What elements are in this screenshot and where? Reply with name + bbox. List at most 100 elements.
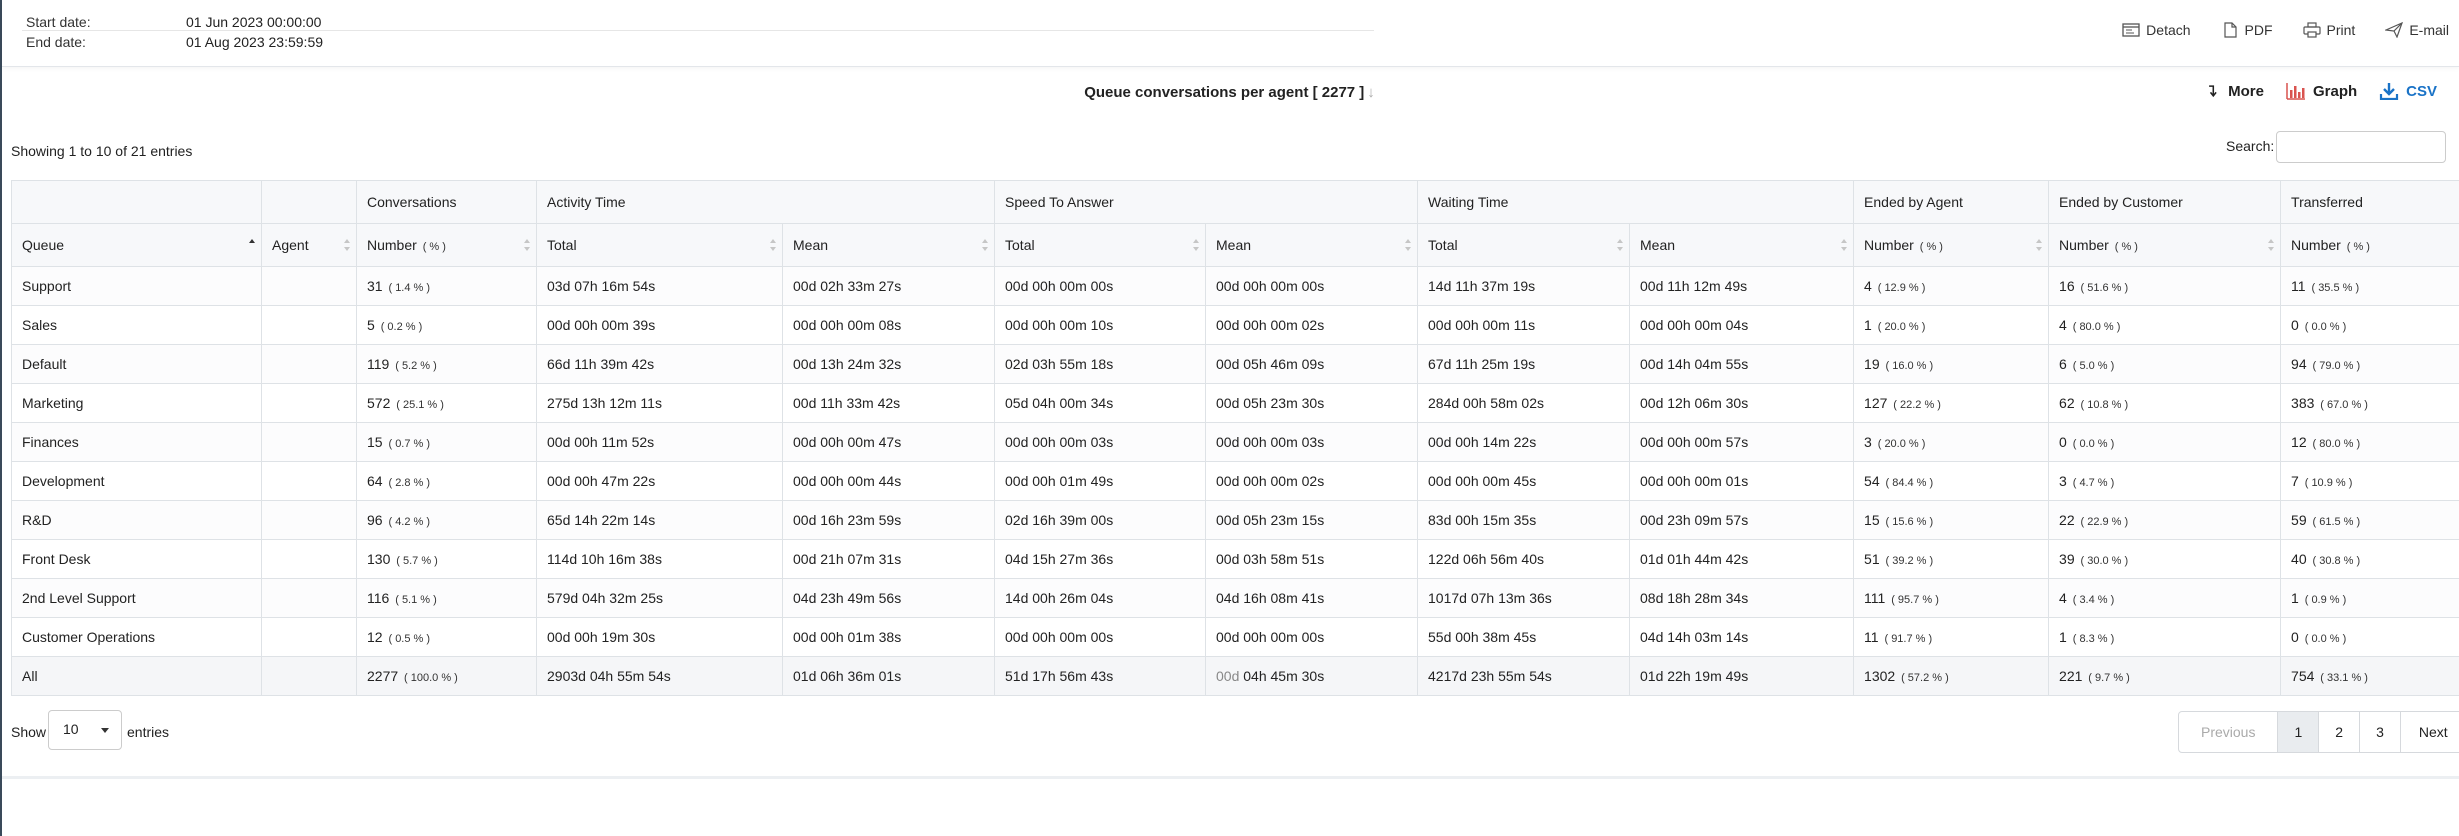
- cell-pct: ( 20.0 % ): [1877, 438, 1926, 450]
- cell-value: 6: [2059, 356, 2067, 372]
- cell-value: 116: [367, 590, 390, 606]
- col-ended-agent-number[interactable]: Number ( % ): [1853, 223, 2050, 267]
- cell-pct: ( 22.9 % ): [2080, 516, 2129, 528]
- printer-icon: [2302, 22, 2321, 38]
- cell-conversations: 119 ( 5.2 % ): [356, 344, 537, 384]
- cell-value: 111: [1864, 590, 1886, 606]
- cell-ended-agent: 51 ( 39.2 % ): [1853, 539, 2050, 579]
- cell-pct: ( 5.7 % ): [396, 555, 438, 567]
- cell-pct: ( 5.1 % ): [395, 594, 437, 606]
- cell-queue: All: [11, 656, 262, 696]
- entries-info: Showing 1 to 10 of 21 entries: [11, 143, 193, 159]
- group-header-ended-by-agent: Ended by Agent: [1853, 180, 2050, 224]
- cell-pct: ( 0.0 % ): [2072, 438, 2115, 450]
- cell-ended-customer: 39 ( 30.0 % ): [2048, 539, 2282, 579]
- col-label: Total: [1428, 237, 1458, 253]
- pdf-button[interactable]: PDF: [2221, 22, 2273, 38]
- cell-pct: ( 5.0 % ): [2072, 360, 2115, 372]
- cell-agent: [261, 656, 357, 696]
- cell-ended-agent: 19 ( 16.0 % ): [1853, 344, 2050, 384]
- search-input[interactable]: [2276, 131, 2446, 163]
- cell-waiting-total: 55d 00h 38m 45s: [1417, 617, 1631, 657]
- cell-value: 754: [2291, 668, 2315, 684]
- col-transferred-number[interactable]: Number ( % ): [2280, 223, 2459, 267]
- cell-queue: Sales: [11, 305, 262, 345]
- cell-pct: ( 30.0 % ): [2080, 555, 2129, 567]
- cell-pct: ( 5.2 % ): [395, 360, 437, 372]
- pagination-page-3[interactable]: 3: [2359, 712, 2400, 752]
- cell-ended-customer: 4 ( 3.4 % ): [2048, 578, 2282, 618]
- pagination-previous[interactable]: Previous: [2179, 712, 2277, 752]
- cell-pct: ( 15.6 % ): [1885, 516, 1934, 528]
- cell-pct: ( 51.6 % ): [2080, 282, 2129, 294]
- cell-value: 130: [367, 551, 391, 567]
- pagination-page-2[interactable]: 2: [2318, 712, 2359, 752]
- cell-queue: Default: [11, 344, 262, 384]
- cell-waiting-total: 00d 00h 00m 45s: [1417, 461, 1631, 501]
- cell-speed-total: 00d 00h 00m 03s: [994, 422, 1207, 462]
- cell-value: 1: [2291, 590, 2299, 606]
- cell-activity-total: 579d 04h 32m 25s: [536, 578, 783, 618]
- cell-ended-agent: 54 ( 84.4 % ): [1853, 461, 2050, 501]
- col-waiting-mean[interactable]: Mean: [1629, 223, 1855, 267]
- cell-transferred: 7 ( 10.9 % ): [2280, 461, 2459, 501]
- pagination-next[interactable]: Next: [2399, 712, 2459, 752]
- cell-waiting-total: 14d 11h 37m 19s: [1417, 266, 1631, 306]
- col-ended-customer-number[interactable]: Number ( % ): [2048, 223, 2282, 267]
- col-agent[interactable]: Agent: [261, 223, 357, 267]
- cell-conversations: 12 ( 0.5 % ): [356, 617, 537, 657]
- print-button[interactable]: Print: [2302, 22, 2355, 38]
- col-speed-mean[interactable]: Mean: [1205, 223, 1419, 267]
- col-activity-total[interactable]: Total: [536, 223, 783, 267]
- cell-speed-total: 04d 15h 27m 36s: [994, 539, 1207, 579]
- cell-pct: ( 1.4 % ): [388, 282, 431, 294]
- cell-speed-total: 14d 00h 26m 04s: [994, 578, 1207, 618]
- col-activity-mean[interactable]: Mean: [781, 223, 996, 267]
- cell-activity-mean: 00d 21h 07m 31s: [781, 539, 996, 579]
- caret-down-icon: [101, 728, 109, 733]
- cell-pct: ( 0.7 % ): [388, 438, 431, 450]
- cell-activity-mean: 00d 11h 33m 42s: [781, 383, 996, 423]
- cell-value: 15: [1864, 512, 1880, 528]
- cell-value: 383: [2291, 395, 2315, 411]
- cell-activity-mean: 00d 02h 33m 27s: [781, 266, 996, 306]
- email-button[interactable]: E-mail: [2385, 22, 2449, 38]
- col-conversations-number[interactable]: Number ( % ): [356, 223, 537, 267]
- cell-ended-agent: 127 ( 22.2 % ): [1853, 383, 2050, 423]
- group-header-activity-time: Activity Time: [535, 180, 996, 224]
- cell-pct: ( 0.2 % ): [380, 321, 423, 333]
- pagination-page-1[interactable]: 1: [2277, 712, 2319, 752]
- cell-value: 4: [2059, 590, 2067, 606]
- more-button[interactable]: More: [2207, 82, 2264, 100]
- csv-button[interactable]: CSV: [2379, 82, 2437, 100]
- cell-waiting-mean: 00d 11h 12m 49s: [1629, 266, 1855, 306]
- graph-button[interactable]: Graph: [2286, 82, 2357, 100]
- window-left-edge: [0, 0, 2, 836]
- col-agent-label: Agent: [272, 237, 309, 253]
- pdf-file-icon: [2223, 22, 2237, 38]
- cell-speed-total: 00d 00h 00m 00s: [994, 266, 1207, 306]
- cell-speed-mean: 00d 00h 00m 02s: [1205, 461, 1419, 501]
- table-row: R&D 96 ( 4.2 % ) 65d 14h 22m 14s 00d 16h 23…: [11, 500, 2459, 540]
- col-queue[interactable]: Queue: [11, 223, 262, 267]
- cell-value: 4: [1864, 278, 1872, 294]
- cell-pct: ( 10.9 % ): [2304, 477, 2353, 489]
- col-speed-total[interactable]: Total: [994, 223, 1207, 267]
- cell-speed-mean: 04d 16h 08m 41s: [1205, 578, 1419, 618]
- cell-value: 22: [2059, 512, 2075, 528]
- cell-ended-agent: 1302 ( 57.2 % ): [1853, 656, 2050, 696]
- page-length-select[interactable]: 10: [48, 710, 122, 750]
- cell-activity-total: 00d 00h 00m 39s: [536, 305, 783, 345]
- queue-table: Conversations Activity Time Speed To Ans…: [11, 180, 2459, 696]
- cell-activity-mean: 01d 06h 36m 01s: [781, 656, 996, 696]
- cell-value: 31: [367, 278, 383, 294]
- arrow-down-icon[interactable]: ↓: [1367, 84, 1375, 101]
- cell-waiting-total: 1017d 07h 13m 36s: [1417, 578, 1631, 618]
- cell-speed-mean: 00d 00h 00m 00s: [1205, 266, 1419, 306]
- report-title-text: Queue conversations per agent [ 2277 ]: [1084, 84, 1365, 101]
- col-waiting-total[interactable]: Total: [1417, 223, 1631, 267]
- cell-agent: [261, 266, 357, 306]
- page-length-value: 10: [63, 721, 79, 737]
- detach-button[interactable]: Detach: [2122, 22, 2191, 38]
- sort-icon: [982, 239, 989, 251]
